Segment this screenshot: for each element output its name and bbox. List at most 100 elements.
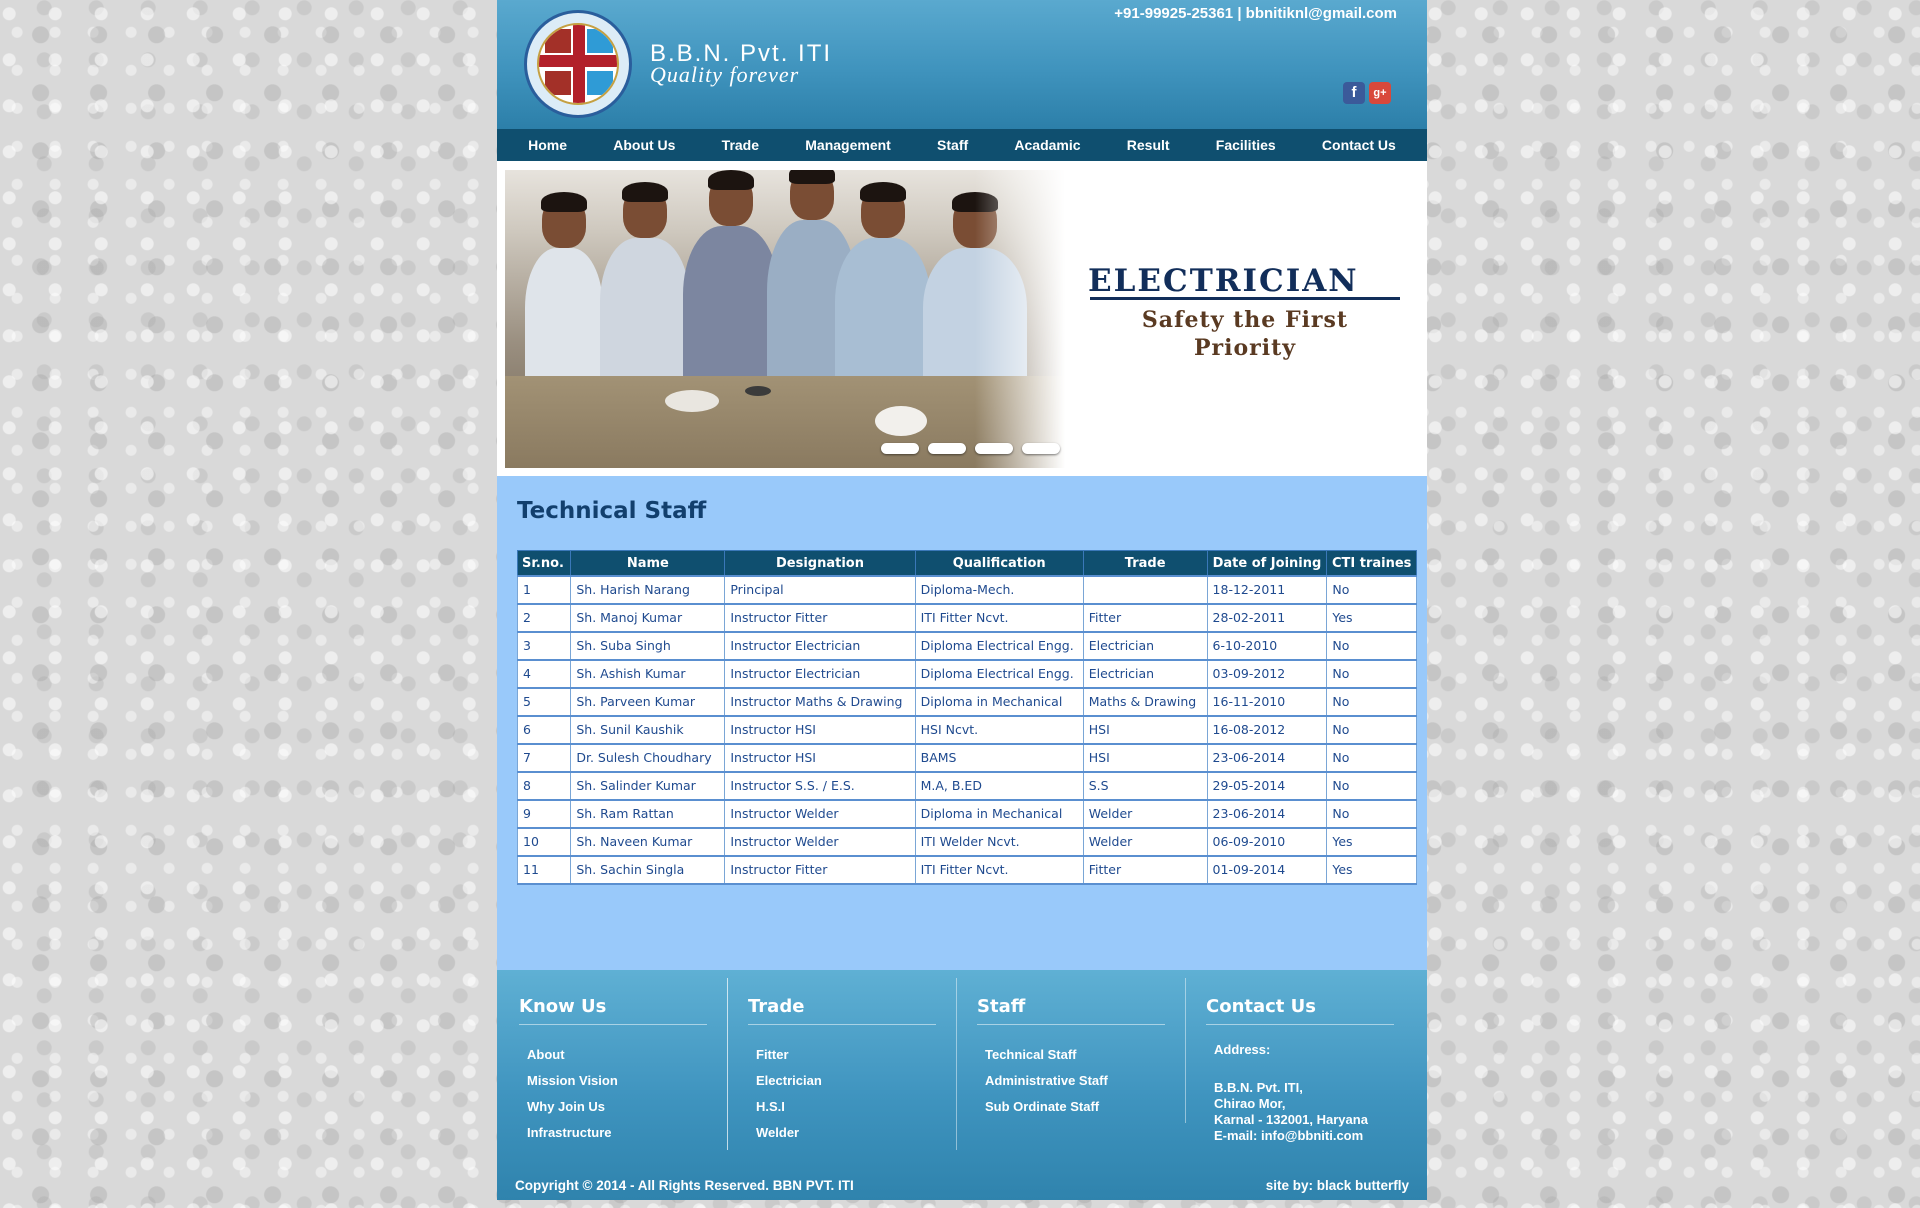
table-row: 7 Dr. Sulesh Choudhary Instructor HSI BA…: [516, 743, 1417, 773]
cell-srno: 4: [516, 659, 572, 689]
nav-home[interactable]: Home: [528, 137, 567, 153]
cell-name: Sh. Parveen Kumar: [570, 687, 726, 717]
banner-title: ELECTRICIAN: [1088, 263, 1359, 299]
cell-cti: Yes: [1326, 855, 1417, 885]
site-header: B.B.N. Pvt. ITI Quality forever +91-9992…: [497, 0, 1427, 129]
cell-srno: 6: [516, 715, 572, 745]
cell-trade: Fitter: [1082, 855, 1208, 885]
facebook-icon[interactable]: f: [1343, 82, 1365, 104]
nav-facilities[interactable]: Facilities: [1216, 137, 1276, 153]
cell-name: Sh. Harish Narang: [570, 575, 726, 605]
slide-dot-2[interactable]: [928, 443, 966, 454]
nav-management[interactable]: Management: [805, 137, 891, 153]
table-row: 11 Sh. Sachin Singla Instructor Fitter I…: [516, 855, 1417, 885]
cell-name: Sh. Sunil Kaushik: [570, 715, 726, 745]
col-trade: Trade: [1082, 550, 1208, 577]
cell-qualification: ITI Welder Ncvt.: [914, 827, 1084, 857]
footer-col-know-us: Know Us About Mission Vision Why Join Us…: [497, 978, 728, 1150]
cell-trade: Electrician: [1082, 659, 1208, 689]
table-row: 10 Sh. Naveen Kumar Instructor Welder IT…: [516, 827, 1417, 857]
footer-link-hsi[interactable]: H.S.I: [756, 1094, 822, 1120]
cell-qualification: BAMS: [914, 743, 1084, 773]
banner-divider: [1090, 297, 1400, 300]
footer-divider: [1206, 1024, 1394, 1025]
nav-staff[interactable]: Staff: [937, 137, 968, 153]
cell-name: Sh. Sachin Singla: [570, 855, 726, 885]
banner-photo: [505, 170, 1065, 468]
cell-qualification: Diploma Electrical Engg.: [914, 659, 1084, 689]
cell-srno: 8: [516, 771, 572, 801]
site-credit[interactable]: site by: black butterfly: [1266, 1178, 1409, 1193]
cell-cti: No: [1326, 771, 1417, 801]
nav-result[interactable]: Result: [1127, 137, 1170, 153]
cell-date: 23-06-2014: [1206, 799, 1328, 829]
cell-date: 29-05-2014: [1206, 771, 1328, 801]
nav-contact-us[interactable]: Contact Us: [1322, 137, 1396, 153]
footer-link-welder[interactable]: Welder: [756, 1120, 822, 1146]
footer-link-about[interactable]: About: [527, 1042, 618, 1068]
cell-cti: Yes: [1326, 827, 1417, 857]
cell-qualification: Diploma in Mechanical: [914, 687, 1084, 717]
cell-name: Dr. Sulesh Choudhary: [570, 743, 726, 773]
cell-designation: Instructor S.S. / E.S.: [724, 771, 916, 801]
cell-qualification: Diploma in Mechanical: [914, 799, 1084, 829]
contact-email[interactable]: E-mail: info@bbniti.com: [1214, 1128, 1363, 1143]
cell-designation: Instructor Fitter: [724, 855, 916, 885]
cell-name: Sh. Ram Rattan: [570, 799, 726, 829]
cell-date: 01-09-2014: [1206, 855, 1328, 885]
cell-trade: Fitter: [1082, 603, 1208, 633]
cell-designation: Instructor Fitter: [724, 603, 916, 633]
footer-link-administrative-staff[interactable]: Administrative Staff: [985, 1068, 1108, 1094]
page: B.B.N. Pvt. ITI Quality forever +91-9992…: [497, 0, 1427, 1200]
cell-date: 03-09-2012: [1206, 659, 1328, 689]
table-row: 1 Sh. Harish Narang Principal Diploma-Me…: [516, 575, 1417, 605]
cell-name: Sh. Manoj Kumar: [570, 603, 726, 633]
footer-link-sub-ordinate-staff[interactable]: Sub Ordinate Staff: [985, 1094, 1108, 1120]
footer-link-electrician[interactable]: Electrician: [756, 1068, 822, 1094]
footer-link-mission-vision[interactable]: Mission Vision: [527, 1068, 618, 1094]
banner-subtitle: Safety the First Priority: [1141, 307, 1349, 361]
footer-divider: [748, 1024, 936, 1025]
cell-cti: No: [1326, 687, 1417, 717]
cell-name: Sh. Naveen Kumar: [570, 827, 726, 857]
footer-link-technical-staff[interactable]: Technical Staff: [985, 1042, 1108, 1068]
slide-dot-1[interactable]: [881, 443, 919, 454]
cell-srno: 5: [516, 687, 572, 717]
table-row: 8 Sh. Salinder Kumar Instructor S.S. / E…: [516, 771, 1417, 801]
cell-date: 16-08-2012: [1206, 715, 1328, 745]
footer-links-staff: Technical Staff Administrative Staff Sub…: [985, 1042, 1108, 1120]
col-srno: Sr.no.: [516, 550, 572, 577]
address-line: B.B.N. Pvt. ITI,: [1214, 1080, 1303, 1095]
institute-logo[interactable]: [524, 10, 632, 118]
google-plus-icon[interactable]: g+: [1369, 82, 1391, 104]
cell-srno: 11: [516, 855, 572, 885]
cell-date: 16-11-2010: [1206, 687, 1328, 717]
cell-trade: Electrician: [1082, 631, 1208, 661]
cell-designation: Instructor Electrician: [724, 659, 916, 689]
table-row: 4 Sh. Ashish Kumar Instructor Electricia…: [516, 659, 1417, 689]
cell-cti: Yes: [1326, 603, 1417, 633]
banner-slider: ELECTRICIAN Safety the First Priority: [505, 170, 1419, 468]
footer-link-why-join-us[interactable]: Why Join Us: [527, 1094, 618, 1120]
cell-designation: Instructor Maths & Drawing: [724, 687, 916, 717]
footer-link-infrastructure[interactable]: Infrastructure: [527, 1120, 618, 1146]
cell-date: 28-02-2011: [1206, 603, 1328, 633]
cell-srno: 9: [516, 799, 572, 829]
nav-acadamic[interactable]: Acadamic: [1014, 137, 1080, 153]
cell-designation: Instructor HSI: [724, 715, 916, 745]
nav-about-us[interactable]: About Us: [613, 137, 675, 153]
cell-cti: No: [1326, 799, 1417, 829]
footer-col-staff: Staff Technical Staff Administrative Sta…: [955, 978, 1186, 1123]
table-row: 6 Sh. Sunil Kaushik Instructor HSI HSI N…: [516, 715, 1417, 745]
content-section: Technical Staff Sr.no. Name Designation …: [497, 476, 1427, 970]
slide-dot-4[interactable]: [1022, 443, 1060, 454]
cell-qualification: ITI Fitter Ncvt.: [914, 603, 1084, 633]
slide-dot-3[interactable]: [975, 443, 1013, 454]
cell-srno: 3: [516, 631, 572, 661]
footer-link-fitter[interactable]: Fitter: [756, 1042, 822, 1068]
cell-srno: 1: [516, 575, 572, 605]
footer-col-trade: Trade Fitter Electrician H.S.I Welder: [726, 978, 957, 1150]
slider-dots: [881, 443, 1060, 454]
nav-trade[interactable]: Trade: [722, 137, 759, 153]
cell-designation: Instructor HSI: [724, 743, 916, 773]
